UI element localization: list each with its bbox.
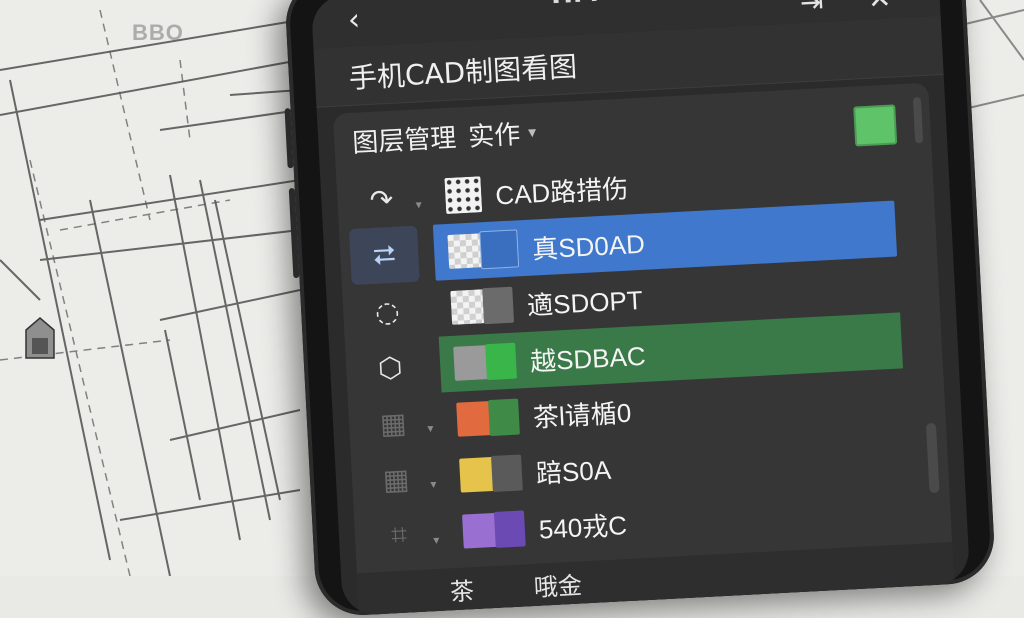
layer-line-swatch[interactable] [485,342,517,381]
layer-line-swatch[interactable] [482,286,515,325]
swap-rotate-icon[interactable]: ⮂ [348,225,420,286]
back-icon[interactable]: ‹ [335,2,373,40]
layer-grid-icon [444,176,483,215]
layer-name: 越SDBAC [529,340,647,377]
dropdown-arrow-icon[interactable]: ▾ [430,477,437,491]
rotate-icon[interactable]: ↷ ▾ [346,170,422,229]
app-title: 手机CAD制图看图 [348,50,578,95]
layer-tool-icon[interactable]: ▦ ▾ [358,393,434,452]
layer-list: CAD路措伤真SD0AD 適SDOPT 越SDBAC 茶l请楯0 踣S0A 540戎C [430,145,912,561]
circle-select-icon[interactable]: ◌ [352,282,423,341]
bottom-tab[interactable]: 茶 [449,571,475,607]
paper-label: BBO [132,20,184,45]
export-icon[interactable]: ⇥ [791,0,833,22]
layer-panel: 图层管理 实作 ▾ ↷ ▾ ⮂ ◌ ⬡ ▦ ▾ ▦ ▾ ⌗ ▾ CAD路措伤 真SD0AD 適SDOPT… [332,82,955,616]
list-scrollbar[interactable] [925,422,940,494]
layer-line-swatch[interactable] [491,454,523,492]
tool-column: ↷ ▾ ⮂ ◌ ⬡ ▦ ▾ ▦ ▾ ⌗ ▾ [346,170,440,565]
close-icon[interactable]: ✕ [859,0,901,18]
house-symbol-icon [25,317,55,359]
layer-name: 540戎C [538,509,628,545]
current-color-swatch[interactable] [853,104,898,147]
layer-name: 踣S0A [535,454,612,489]
layer-line-swatch[interactable] [488,398,520,437]
phone-screen: ‹ HM ⇥ ✕ 手机CAD制图看图 图层管理 实作 ▾ ↷▾⮂◌⬡▦▾▦▾⌗▾… [310,0,971,616]
bottom-toolbar: 茶 哦金 [356,542,955,616]
fill-shape-icon[interactable]: ⬡ [355,337,426,396]
bottom-tab[interactable]: 哦金 [533,565,583,602]
phone-device: ‹ HM ⇥ ✕ 手机CAD制图看图 图层管理 实作 ▾ ↷▾⮂◌⬡▦▾▦▾⌗▾… [283,0,997,618]
dropdown-arrow-icon[interactable]: ▾ [415,197,422,211]
dropdown-arrow-icon[interactable]: ▾ [433,533,440,547]
dropdown-arrow-icon[interactable]: ▾ [427,421,434,435]
layer-panel-header: 图层管理 实作 ▾ [351,113,537,160]
layer-name: CAD路措伤 [494,173,629,210]
layer-name: 茶l请楯0 [532,397,632,433]
layer-name: 真SD0AD [531,228,646,265]
layer-color-swatch[interactable] [447,233,484,269]
snap-tool-icon[interactable]: ▦ ▾ [361,449,437,508]
scrollbar[interactable] [912,97,924,144]
layer-color-swatch[interactable] [450,289,487,325]
layer-name: 適SDOPT [526,284,644,321]
top-bar-title: HM [550,0,599,10]
layer-mode-dropdown[interactable]: 实作 [467,114,522,154]
layer-color-swatch[interactable] [453,345,489,381]
layer-color-swatch[interactable] [459,456,495,493]
layer-color-swatch[interactable] [456,401,492,437]
layer-panel-title: 图层管理 [351,123,458,159]
chevron-down-icon[interactable]: ▾ [528,122,537,141]
crop-icon[interactable]: ⌗ ▾ [364,505,439,564]
layer-line-swatch[interactable] [479,229,520,270]
layer-color-swatch[interactable] [462,512,498,549]
layer-line-swatch[interactable] [493,510,526,548]
